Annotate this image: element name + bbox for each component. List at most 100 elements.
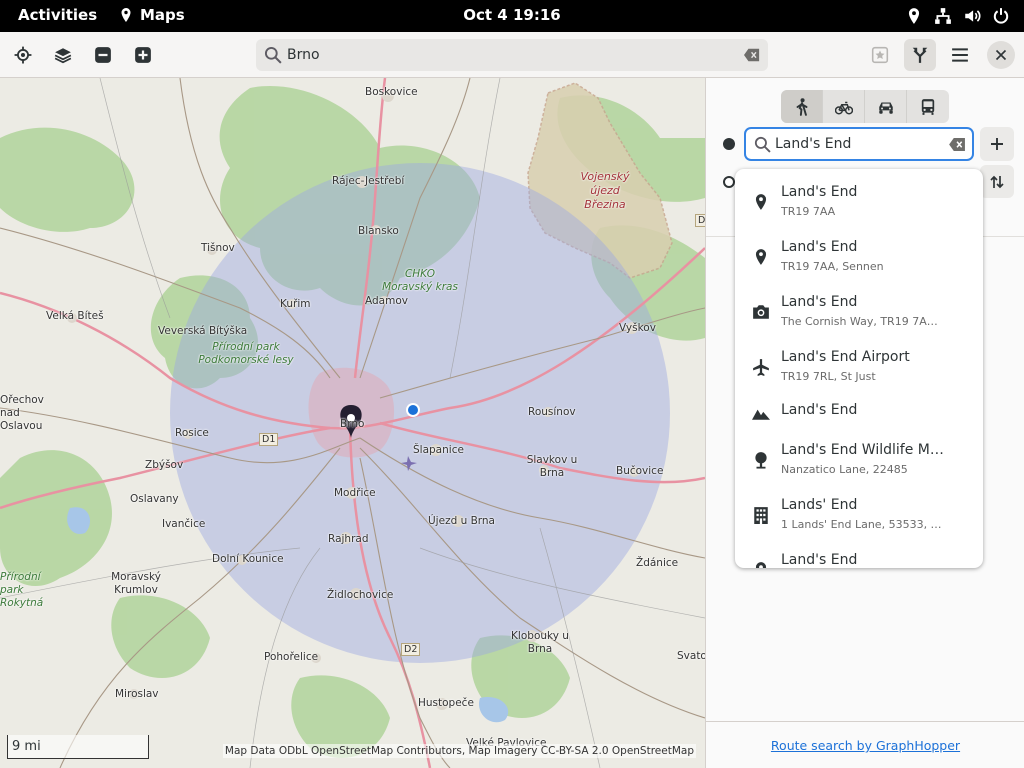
suggestion-item[interactable]: Land's End Airport TR19 7RL, St Just — [735, 344, 983, 399]
network-icon — [935, 8, 951, 24]
place-label: Svatob — [677, 650, 705, 662]
place-label: Rajhrad — [328, 533, 369, 545]
zoom-out-button[interactable] — [87, 39, 119, 71]
car-mode-button[interactable] — [865, 90, 907, 123]
place-label: Rájec-Jestřebí — [332, 175, 405, 187]
zoom-in-button[interactable] — [127, 39, 159, 71]
mountain-icon — [752, 409, 770, 420]
suggestion-item[interactable]: Land's End TR19 7AA — [735, 179, 983, 234]
road-shield: D1 — [259, 433, 279, 446]
reverse-route-button[interactable] — [980, 165, 1014, 198]
suggestion-title: Lands' End — [781, 497, 858, 513]
place-label: Rousínov — [528, 406, 576, 418]
transit-icon — [921, 98, 935, 115]
clock[interactable]: Oct 4 19:16 — [463, 6, 560, 24]
place-label: Boskovice — [365, 86, 418, 98]
locate-button[interactable] — [7, 39, 39, 71]
place-label: Miroslav — [115, 688, 159, 700]
place-label: Velká Bíteš — [46, 310, 104, 322]
suggestion-subtitle: Nanzatico Lane, 22485 — [781, 463, 908, 476]
place-icon — [755, 249, 767, 265]
walking-icon — [796, 97, 807, 116]
destination-point-marker — [723, 176, 735, 188]
suggestion-item[interactable]: Land's End Wildlife M… Nanzatico Lane, 2… — [735, 437, 983, 492]
main-menu-button[interactable] — [944, 39, 976, 71]
add-icon — [991, 138, 1003, 150]
suggestion-subtitle: TR19 7RL, St Just — [781, 370, 876, 383]
place-label: Oslavany — [130, 493, 179, 505]
car-icon — [878, 102, 893, 114]
transport-mode-selector — [781, 90, 949, 123]
airplane-icon — [753, 359, 769, 376]
close-icon — [995, 49, 1007, 61]
suggestion-item[interactable]: Land's End — [735, 547, 983, 568]
place-label: Vojenský újezd Březina — [580, 170, 630, 211]
place-label: CHKO Moravský kras — [382, 268, 458, 293]
maps-app-icon — [121, 8, 131, 22]
suggestion-title: Land's End Wildlife M… — [781, 442, 944, 458]
clear-search-icon[interactable] — [744, 48, 760, 62]
clear-entry-icon[interactable] — [949, 138, 966, 151]
suggestion-subtitle: 1 Lands' End Lane, 53533, … — [781, 518, 942, 531]
place-label: Pohořelice — [264, 651, 319, 663]
transit-mode-button[interactable] — [907, 90, 949, 123]
place-label: Veverská Bítýška — [158, 325, 248, 337]
place-label: Ořechov nad Oslavou — [0, 394, 44, 432]
map-attribution: Map Data ODbL OpenStreetMap Contributors… — [222, 744, 696, 758]
volume-icon — [965, 10, 981, 22]
cycling-mode-button[interactable] — [823, 90, 865, 123]
walking-mode-button[interactable] — [781, 90, 823, 123]
suggestion-subtitle: The Cornish Way, TR19 7A… — [781, 315, 938, 328]
building-icon — [754, 507, 768, 524]
suggestion-title: Land's End — [781, 239, 858, 255]
layers-button[interactable] — [47, 39, 79, 71]
suggestion-title: Land's End — [781, 552, 858, 568]
search-icon — [754, 136, 771, 153]
place-label: Kuřim — [280, 298, 311, 310]
place-label: Ivančice — [162, 518, 206, 530]
place-search-entry[interactable] — [256, 39, 768, 71]
map-scale: 9 mi — [7, 735, 149, 759]
map-view[interactable]: Boskovice Vojenský újezd Březina Rájec-J… — [0, 78, 705, 768]
suggestion-item[interactable]: Land's End TR19 7AA, Sennen — [735, 234, 983, 289]
route-start-entry[interactable] — [744, 127, 974, 161]
place-label: Slavkov u Brna — [526, 454, 578, 479]
place-icon — [755, 562, 767, 568]
system-status-menu[interactable] — [905, 7, 1010, 25]
place-label: Bučovice — [616, 465, 664, 477]
cycling-icon — [834, 101, 853, 114]
place-search-input[interactable] — [287, 39, 727, 71]
place-label: Zbýšov — [145, 459, 184, 471]
place-label: Přírodní park Podkomorské lesy — [198, 341, 294, 366]
route-planner-toggle[interactable] — [904, 39, 936, 71]
search-suggestions-popover: Land's End TR19 7AA Land's End TR19 7AA,… — [735, 169, 983, 568]
swap-icon — [990, 175, 1004, 188]
menu-icon — [952, 48, 968, 62]
route-start-input[interactable] — [775, 129, 945, 159]
road-shield: D — [695, 214, 705, 227]
start-point-marker — [723, 138, 735, 150]
zoom-out-icon — [95, 47, 111, 63]
place-label: Ždánice — [636, 557, 679, 569]
close-window-button[interactable] — [987, 41, 1015, 69]
place-label: Modřice — [334, 487, 376, 499]
activities-button[interactable]: Activities — [18, 6, 97, 24]
suggestion-item[interactable]: Lands' End 1 Lands' End Lane, 53533, … — [735, 492, 983, 547]
location-icon — [908, 8, 920, 24]
graphhopper-link[interactable]: Route search by GraphHopper — [706, 738, 1024, 753]
place-label: Rosice — [175, 427, 209, 439]
place-label: Šlapanice — [413, 444, 464, 456]
camera-icon — [753, 305, 769, 319]
suggestion-item[interactable]: Land's End The Cornish Way, TR19 7A… — [735, 289, 983, 344]
app-name: Maps — [140, 6, 185, 24]
place-label: Moravský Krumlov — [111, 571, 161, 596]
favorites-icon — [871, 46, 889, 64]
suggestion-subtitle: TR19 7AA, Sennen — [781, 260, 884, 273]
layers-icon — [54, 48, 72, 64]
add-waypoint-button[interactable] — [980, 127, 1014, 161]
place-label: Adamov — [365, 295, 408, 307]
place-label: Brno — [340, 418, 365, 430]
app-menu[interactable]: Maps — [118, 6, 185, 24]
place-label: Vyškov — [619, 322, 656, 334]
favorites-button[interactable] — [864, 39, 896, 71]
